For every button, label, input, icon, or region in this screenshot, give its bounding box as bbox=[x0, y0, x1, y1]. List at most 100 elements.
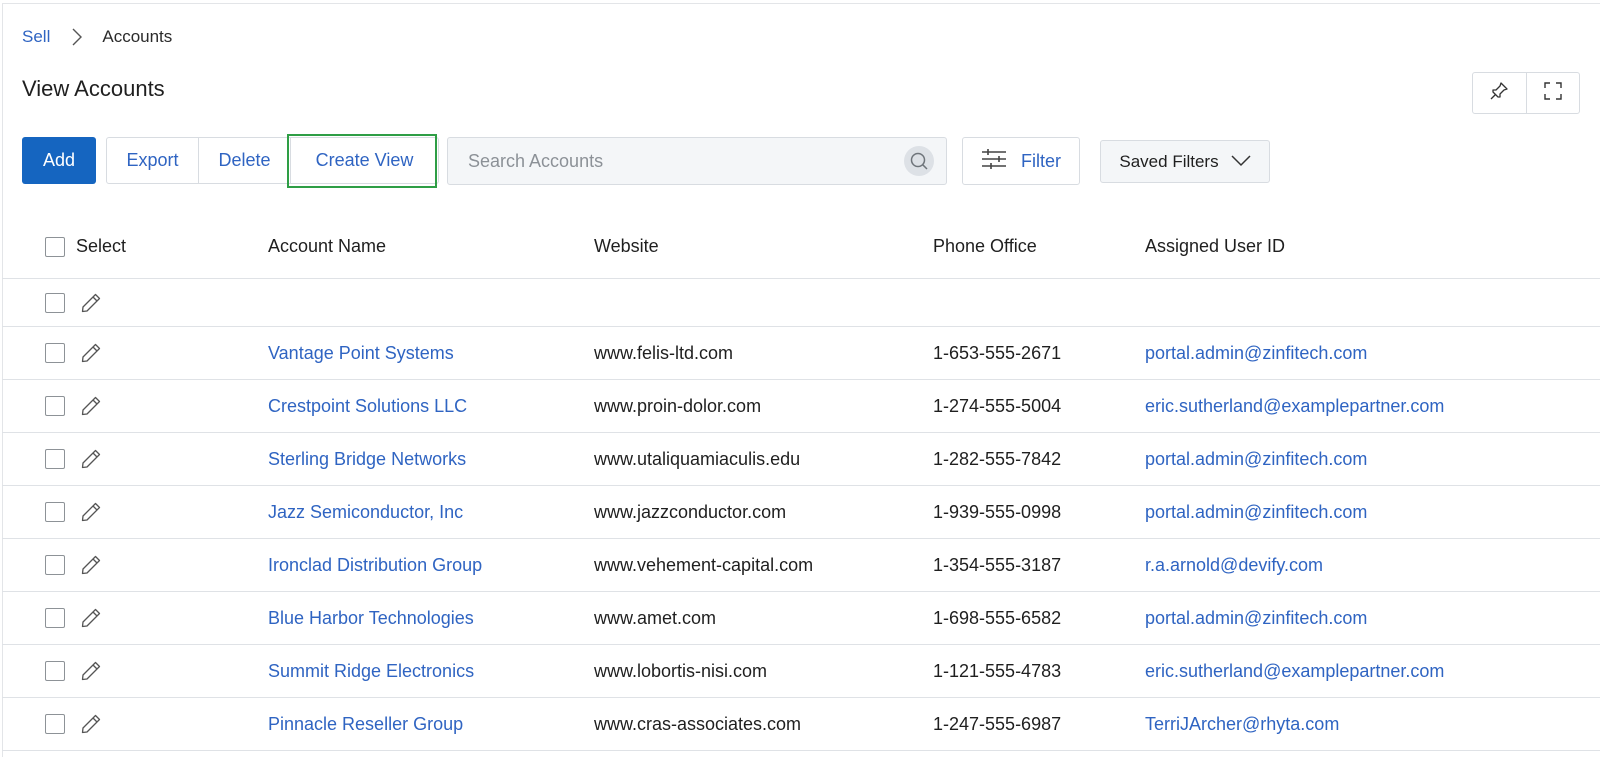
account-name-link[interactable]: Jazz Semiconductor, Inc bbox=[268, 486, 463, 538]
website-cell: www.cras-associates.com bbox=[594, 713, 802, 734]
column-header-account-name[interactable]: Account Name bbox=[268, 215, 386, 278]
fullscreen-button[interactable] bbox=[1525, 73, 1580, 113]
phone-cell: 1-121-555-4783 bbox=[933, 660, 1062, 681]
sliders-icon bbox=[981, 148, 1007, 175]
assigned-user-link[interactable]: portal.admin@zinfitech.com bbox=[1145, 486, 1367, 538]
account-name-link[interactable]: Blue Harbor Technologies bbox=[268, 592, 474, 644]
account-name-link[interactable]: Sterling Bridge Networks bbox=[268, 433, 466, 485]
fullscreen-icon bbox=[1543, 81, 1563, 106]
table-row: Blue Harbor Technologies www.amet.com 1-69… bbox=[2, 592, 1600, 645]
row-checkbox[interactable] bbox=[45, 396, 65, 416]
table-row bbox=[2, 279, 1600, 327]
pencil-icon[interactable] bbox=[80, 448, 102, 470]
phone-cell: 1-274-555-5004 bbox=[933, 395, 1062, 416]
pencil-icon[interactable] bbox=[80, 660, 102, 682]
table-row: Vantage Point Systems www.felis-ltd.com 1-… bbox=[2, 327, 1600, 380]
breadcrumb: Sell Accounts bbox=[22, 26, 172, 48]
account-name-link[interactable]: Pinnacle Reseller Group bbox=[268, 698, 463, 750]
row-edit-cell bbox=[80, 279, 102, 326]
row-edit-cell bbox=[80, 327, 102, 379]
select-all-checkbox-cell bbox=[45, 215, 65, 278]
search-icon[interactable] bbox=[904, 146, 934, 176]
assigned-user-link[interactable]: r.a.arnold@devify.com bbox=[1145, 539, 1323, 591]
pencil-icon[interactable] bbox=[80, 713, 102, 735]
row-edit-cell bbox=[80, 592, 102, 644]
table-row: Pinnacle Reseller Group www.cras-associat… bbox=[2, 698, 1600, 751]
pencil-icon[interactable] bbox=[80, 501, 102, 523]
row-checkbox-cell bbox=[45, 645, 65, 697]
row-checkbox-cell bbox=[45, 486, 65, 538]
create-view-button[interactable]: Create View bbox=[290, 138, 438, 183]
row-checkbox[interactable] bbox=[45, 714, 65, 734]
filter-button[interactable]: Filter bbox=[962, 137, 1080, 185]
assigned-user-link[interactable]: portal.admin@zinfitech.com bbox=[1145, 327, 1367, 379]
row-edit-cell bbox=[80, 539, 102, 591]
website-cell: www.lobortis-nisi.com bbox=[594, 660, 768, 681]
pencil-icon[interactable] bbox=[80, 292, 102, 314]
table-row: Crestpoint Solutions LLC www.proin-dolor.… bbox=[2, 380, 1600, 433]
table-body: Vantage Point Systems www.felis-ltd.com 1-… bbox=[2, 279, 1600, 751]
view-actions bbox=[1472, 72, 1580, 114]
pin-icon bbox=[1489, 81, 1509, 106]
website-cell: www.amet.com bbox=[594, 607, 717, 628]
row-checkbox[interactable] bbox=[45, 449, 65, 469]
assigned-user-link[interactable]: portal.admin@zinfitech.com bbox=[1145, 433, 1367, 485]
account-name-link[interactable]: Ironclad Distribution Group bbox=[268, 539, 482, 591]
breadcrumb-sell-link[interactable]: Sell bbox=[22, 27, 50, 47]
account-name-link[interactable]: Vantage Point Systems bbox=[268, 327, 454, 379]
search-box bbox=[447, 137, 947, 185]
chevron-down-icon bbox=[1231, 152, 1251, 172]
filter-label: Filter bbox=[1021, 150, 1061, 171]
phone-cell: 1-354-555-3187 bbox=[933, 554, 1062, 575]
pencil-icon[interactable] bbox=[80, 554, 102, 576]
saved-filters-dropdown[interactable]: Saved Filters bbox=[1100, 140, 1270, 183]
website-cell: www.vehement-capital.com bbox=[594, 554, 814, 575]
account-name-link[interactable]: Summit Ridge Electronics bbox=[268, 645, 474, 697]
table-row: Sterling Bridge Networks www.utaliquamiac… bbox=[2, 433, 1600, 486]
export-button[interactable]: Export bbox=[107, 138, 198, 183]
pencil-icon[interactable] bbox=[80, 395, 102, 417]
accounts-table: Select Account Name Website Phone Office… bbox=[2, 215, 1600, 751]
column-header-assigned-user[interactable]: Assigned User ID bbox=[1145, 215, 1285, 278]
assigned-user-link[interactable]: TerriJArcher@rhyta.com bbox=[1145, 698, 1339, 750]
row-checkbox[interactable] bbox=[45, 292, 65, 313]
table-row: Jazz Semiconductor, Inc www.jazzconductor… bbox=[2, 486, 1600, 539]
delete-button[interactable]: Delete bbox=[198, 138, 290, 183]
row-checkbox[interactable] bbox=[45, 608, 65, 628]
phone-cell: 1-653-555-2671 bbox=[933, 342, 1062, 363]
row-edit-cell bbox=[80, 698, 102, 750]
row-checkbox-cell bbox=[45, 327, 65, 379]
assigned-user-link[interactable]: eric.sutherland@examplepartner.com bbox=[1145, 645, 1444, 697]
website-cell: www.proin-dolor.com bbox=[594, 395, 762, 416]
row-checkbox[interactable] bbox=[45, 555, 65, 575]
row-checkbox[interactable] bbox=[45, 661, 65, 681]
assigned-user-link[interactable]: eric.sutherland@examplepartner.com bbox=[1145, 380, 1444, 432]
chevron-right-icon bbox=[72, 28, 83, 46]
website-cell: www.utaliquamiaculis.edu bbox=[594, 448, 801, 469]
column-header-phone-office[interactable]: Phone Office bbox=[933, 215, 1037, 278]
table-row: Ironclad Distribution Group www.vehement-… bbox=[2, 539, 1600, 592]
website-cell: www.felis-ltd.com bbox=[594, 342, 734, 363]
row-checkbox-cell bbox=[45, 698, 65, 750]
pencil-icon[interactable] bbox=[80, 607, 102, 629]
row-checkbox-cell bbox=[45, 380, 65, 432]
select-all-checkbox[interactable] bbox=[45, 236, 65, 257]
website-cell: www.jazzconductor.com bbox=[594, 501, 787, 522]
search-input[interactable] bbox=[448, 149, 904, 173]
row-checkbox[interactable] bbox=[45, 502, 65, 522]
pin-button[interactable] bbox=[1473, 73, 1526, 113]
assigned-user-link[interactable]: portal.admin@zinfitech.com bbox=[1145, 592, 1367, 644]
add-button[interactable]: Add bbox=[22, 137, 96, 184]
pencil-icon[interactable] bbox=[80, 342, 102, 364]
account-name-link[interactable]: Crestpoint Solutions LLC bbox=[268, 380, 467, 432]
row-checkbox[interactable] bbox=[45, 343, 65, 363]
row-checkbox-cell bbox=[45, 433, 65, 485]
row-edit-cell bbox=[80, 433, 102, 485]
row-edit-cell bbox=[80, 380, 102, 432]
row-edit-cell bbox=[80, 645, 102, 697]
phone-cell: 1-247-555-6987 bbox=[933, 713, 1062, 734]
row-checkbox-cell bbox=[45, 592, 65, 644]
column-header-website[interactable]: Website bbox=[594, 215, 659, 278]
page-title: View Accounts bbox=[22, 76, 165, 101]
table-row: Summit Ridge Electronics www.lobortis-nis… bbox=[2, 645, 1600, 698]
